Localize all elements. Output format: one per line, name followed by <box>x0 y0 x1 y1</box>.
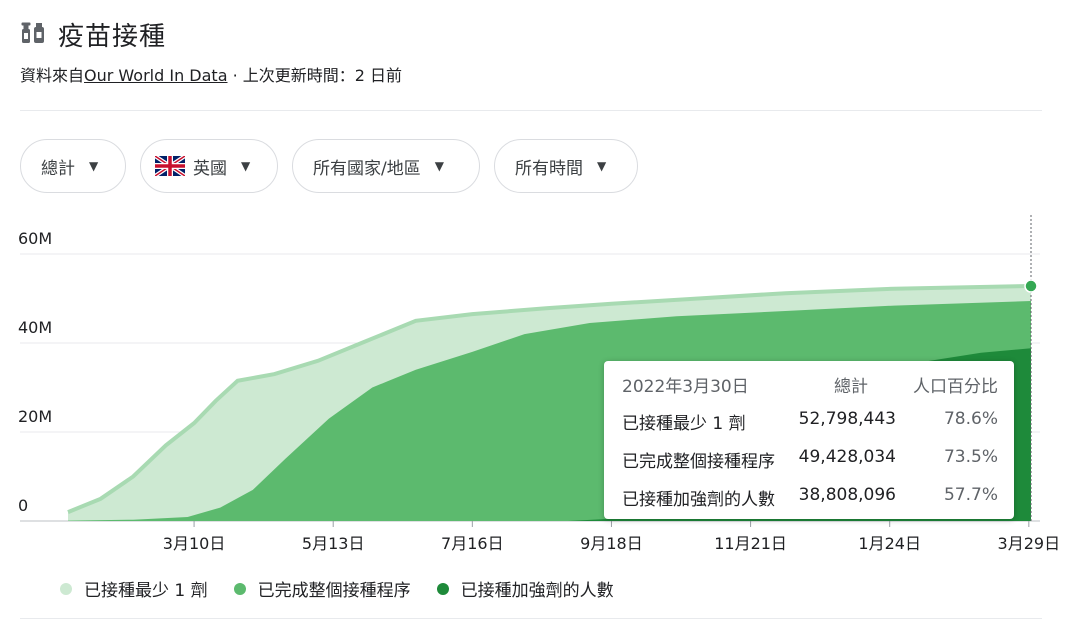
tooltip-row-pct: 57.7% <box>943 485 998 505</box>
tooltip-row-pct: 78.6% <box>943 409 998 429</box>
bottom-divider <box>20 618 1042 619</box>
filter-bar: 總計 ▼ 英國 ▼ 所有國家/地區 ▼ 所有時間 ▼ <box>20 139 638 193</box>
tooltip-row-value: 38,808,096 <box>798 485 896 505</box>
hover-marker-dot <box>1024 279 1038 293</box>
legend-label: 已完成整個接種程序 <box>257 581 411 601</box>
time-dropdown-label: 所有時間 <box>515 158 583 179</box>
y-tick-label: 20M <box>18 407 52 426</box>
source-link[interactable]: Our World In Data <box>84 66 227 85</box>
updated-text: · 上次更新時間：2 日前 <box>227 66 403 85</box>
uk-flag-icon <box>155 156 185 176</box>
caret-down-icon: ▼ <box>434 159 444 173</box>
tooltip-col-total: 總計 <box>834 377 868 397</box>
country-dropdown[interactable]: 英國 ▼ <box>140 139 278 193</box>
tooltip-row-value: 49,428,034 <box>798 447 896 467</box>
x-axis-labels: 3月10日 5月13日 7月16日 9月18日 11月21日 1月24日 3月29日 <box>163 521 1060 553</box>
region-dropdown[interactable]: 所有國家/地區 ▼ <box>292 139 480 193</box>
legend-dot <box>60 582 72 595</box>
x-tick-label: 3月29日 <box>998 534 1061 553</box>
x-tick-label: 3月10日 <box>163 534 226 553</box>
page-title: 疫苗接種 <box>58 21 167 52</box>
chart-legend: 已接種最少 1 劑 已完成整個接種程序 已接種加強劑的人數 <box>60 576 614 601</box>
tooltip-row-label: 已接種加強劑的人數 <box>622 490 775 510</box>
time-dropdown[interactable]: 所有時間 ▼ <box>494 139 638 193</box>
x-tick-label: 11月21日 <box>714 534 787 553</box>
tooltip-header: 2022年3月30日 總計 人口百分比 <box>604 372 1014 398</box>
y-tick-label: 60M <box>18 229 52 248</box>
legend-dot <box>233 582 246 595</box>
card-header: 疫苗接種 <box>20 14 166 54</box>
caret-down-icon: ▼ <box>597 159 607 173</box>
tooltip-row: 已完成整個接種程序 49,428,034 73.5% <box>604 447 1014 475</box>
legend-dot <box>436 582 449 595</box>
y-tick-label: 0 <box>18 496 28 515</box>
x-tick-label: 7月16日 <box>441 534 504 553</box>
top-divider <box>20 110 1042 111</box>
chart-tooltip: 2022年3月30日 總計 人口百分比 已接種最少 1 劑 52,798,443… <box>604 361 1014 519</box>
metric-dropdown[interactable]: 總計 ▼ <box>20 139 126 193</box>
caret-down-icon: ▼ <box>89 159 99 173</box>
tooltip-row: 已接種加強劑的人數 38,808,096 57.7% <box>604 485 1014 513</box>
caret-down-icon: ▼ <box>241 159 251 173</box>
source-line: 資料來自Our World In Data · 上次更新時間：2 日前 <box>20 62 402 86</box>
tooltip-row-label: 已完成整個接種程序 <box>622 452 775 472</box>
tooltip-row-value: 52,798,443 <box>798 409 896 429</box>
legend-item-fully-vaccinated[interactable]: 已完成整個接種程序 <box>233 576 411 601</box>
legend-item-first-dose[interactable]: 已接種最少 1 劑 <box>60 576 208 601</box>
y-tick-label: 40M <box>18 318 52 337</box>
x-tick-label: 1月24日 <box>858 534 921 553</box>
tooltip-row-label: 已接種最少 1 劑 <box>622 414 746 434</box>
metric-dropdown-label: 總計 <box>41 158 75 179</box>
tooltip-row-pct: 73.5% <box>943 447 998 467</box>
tooltip-col-pct: 人口百分比 <box>913 377 998 397</box>
source-prefix: 資料來自 <box>20 66 85 85</box>
y-axis-labels: 0 20M 40M 60M <box>18 229 52 515</box>
tooltip-row: 已接種最少 1 劑 52,798,443 78.6% <box>604 409 1014 437</box>
x-tick-label: 9月18日 <box>580 534 643 553</box>
tooltip-date: 2022年3月30日 <box>622 377 749 397</box>
legend-label: 已接種最少 1 劑 <box>84 581 208 601</box>
legend-item-booster[interactable]: 已接種加強劑的人數 <box>436 576 614 601</box>
title-row: 疫苗接種 <box>20 14 166 54</box>
legend-label: 已接種加強劑的人數 <box>460 581 614 601</box>
vaccine-icon <box>21 22 44 43</box>
x-tick-label: 5月13日 <box>302 534 365 553</box>
country-dropdown-label: 英國 <box>193 158 227 179</box>
region-dropdown-label: 所有國家/地區 <box>313 158 421 179</box>
